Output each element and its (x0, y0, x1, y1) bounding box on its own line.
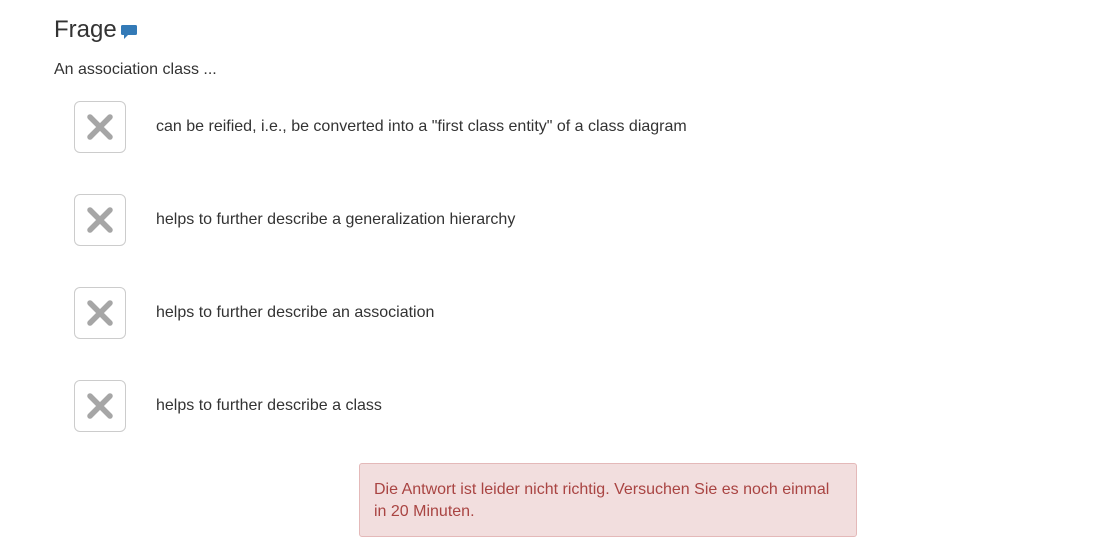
question-text: An association class ... (54, 61, 217, 78)
answer-checkbox-1[interactable] (74, 101, 126, 153)
question-header: Frage (54, 14, 138, 46)
answer-checkbox-2[interactable] (74, 194, 126, 246)
answer-checkbox-4[interactable] (74, 380, 126, 432)
answer-label-2: helps to further describe a generalizati… (156, 211, 516, 228)
answer-option-4: helps to further describe a class (74, 380, 874, 432)
x-icon (87, 300, 113, 326)
answer-option-2: helps to further describe a generalizati… (74, 194, 874, 246)
answer-checkbox-3[interactable] (74, 287, 126, 339)
x-icon (87, 393, 113, 419)
x-icon (87, 114, 113, 140)
answer-label-4: helps to further describe a class (156, 397, 382, 414)
x-icon (87, 207, 113, 233)
answer-label-1: can be reified, i.e., be converted into … (156, 118, 687, 135)
answer-option-3: helps to further describe an association (74, 287, 874, 339)
feedback-alert: Die Antwort ist leider nicht richtig. Ve… (359, 463, 857, 537)
comment-icon[interactable] (120, 23, 138, 41)
answer-label-3: helps to further describe an association (156, 304, 435, 321)
question-title: Frage (54, 16, 117, 43)
answer-option-1: can be reified, i.e., be converted into … (74, 101, 874, 153)
